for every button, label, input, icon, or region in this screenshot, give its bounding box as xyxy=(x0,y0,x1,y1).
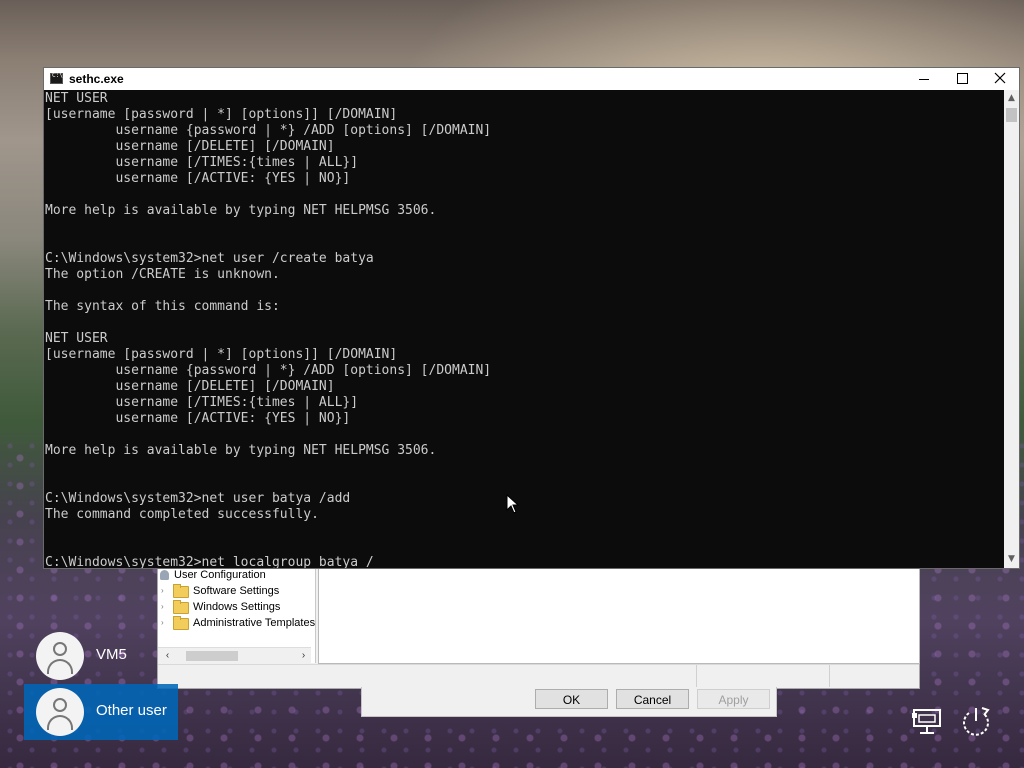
scroll-right-icon[interactable]: › xyxy=(296,648,311,663)
status-bar xyxy=(158,664,919,687)
minimize-button[interactable] xyxy=(905,68,943,90)
console-text[interactable]: NET USER [username [password | *] [optio… xyxy=(44,91,1004,568)
apply-button[interactable]: Apply xyxy=(697,689,770,709)
tree-horizontal-scrollbar[interactable]: ‹ › xyxy=(158,647,311,663)
user-name: VM5 xyxy=(96,646,127,663)
maximize-icon xyxy=(956,72,968,84)
console-app-icon xyxy=(50,72,63,84)
avatar xyxy=(36,688,84,736)
close-button[interactable] xyxy=(981,68,1019,90)
console-titlebar[interactable]: sethc.exe xyxy=(44,68,1019,90)
ok-button[interactable]: OK xyxy=(535,689,608,709)
console-output[interactable]: NET USER [username [password | *] [optio… xyxy=(44,91,1004,568)
scroll-up-icon[interactable]: ▲ xyxy=(1004,90,1019,107)
avatar xyxy=(36,632,84,680)
folder-icon xyxy=(173,600,189,614)
user-tile-other-user[interactable]: Other user xyxy=(24,684,178,740)
network-icon[interactable] xyxy=(910,704,946,740)
mouse-cursor-icon xyxy=(506,494,520,514)
maximize-button[interactable] xyxy=(943,68,981,90)
expand-chevron-icon[interactable]: › xyxy=(161,599,164,615)
user-name: Other user xyxy=(96,702,167,719)
properties-dialog: OK Cancel Apply xyxy=(361,687,777,717)
minimize-icon xyxy=(919,78,929,80)
console-vertical-scrollbar[interactable]: ▲ ▼ xyxy=(1004,90,1019,568)
expand-chevron-icon[interactable]: › xyxy=(161,583,164,599)
power-icon[interactable] xyxy=(958,704,994,740)
cancel-button[interactable]: Cancel xyxy=(616,689,689,709)
scroll-down-icon[interactable]: ▼ xyxy=(1004,551,1019,568)
user-config-icon xyxy=(160,570,169,580)
scroll-thumb[interactable] xyxy=(186,651,238,661)
window-title: sethc.exe xyxy=(69,72,124,86)
scroll-thumb[interactable] xyxy=(1006,108,1017,122)
console-window[interactable]: sethc.exe NET USER [username [password |… xyxy=(43,67,1020,569)
policy-details-pane xyxy=(318,567,920,664)
policy-tree-pane: User Configuration › Software Settings ›… xyxy=(158,567,316,663)
group-policy-editor-window: User Configuration › Software Settings ›… xyxy=(157,566,920,689)
user-tile-vm5[interactable]: VM5 xyxy=(24,628,178,684)
close-icon xyxy=(994,72,1006,84)
folder-icon xyxy=(173,584,189,598)
